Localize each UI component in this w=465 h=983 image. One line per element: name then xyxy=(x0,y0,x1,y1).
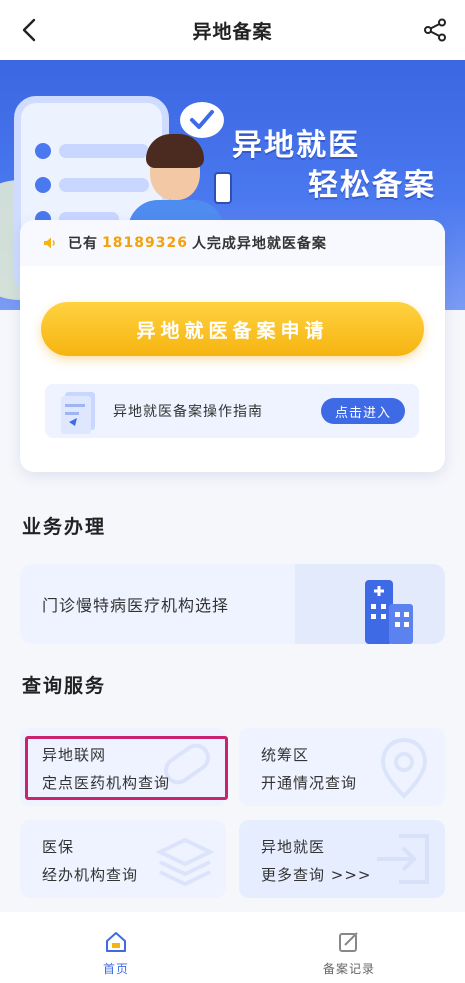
completed-count: 18189326 xyxy=(102,235,188,251)
tab-home-label: 首页 xyxy=(102,962,129,976)
query-section-title: 查询服务 xyxy=(22,675,107,697)
notice-prefix: 已有 xyxy=(68,236,98,252)
list-line xyxy=(59,178,149,192)
business-section-title: 业务办理 xyxy=(22,516,107,538)
clinic-selection-card[interactable]: 门诊慢特病医疗机构选择 xyxy=(20,564,445,644)
query-card-subtitle: 开通情况查询 xyxy=(261,774,358,792)
agency-query-card[interactable]: 医保 经办机构查询 xyxy=(20,820,226,898)
check-icon xyxy=(35,177,51,193)
bottom-tab-bar: 首页 备案记录 xyxy=(0,912,465,983)
operation-guide-banner[interactable]: 异地就医备案操作指南 点击进入 xyxy=(45,384,419,438)
selection-highlight-box xyxy=(25,736,228,800)
handheld-phone-illustration xyxy=(214,172,232,204)
enter-guide-button[interactable]: 点击进入 xyxy=(320,398,405,424)
share-icon xyxy=(424,18,446,42)
slogan-line-2: 轻松备案 xyxy=(308,168,436,203)
share-button[interactable] xyxy=(419,14,451,46)
query-card-title: 统筹区 xyxy=(261,746,310,764)
query-card-subtitle: 经办机构查询 xyxy=(42,866,139,884)
checkmark-bubble-icon xyxy=(180,102,224,138)
check-icon xyxy=(35,143,51,159)
banner-slogan: 异地就医 轻松备案 xyxy=(232,126,436,206)
coordination-area-query-card[interactable]: 统筹区 开通情况查询 xyxy=(239,728,445,806)
slogan-line-1: 异地就医 xyxy=(232,128,360,163)
query-card-title: 异地就医 xyxy=(261,838,326,856)
apply-button[interactable]: 异地就医备案申请 xyxy=(41,302,424,356)
more-query-card[interactable]: 异地就医 更多查询 >>> xyxy=(239,820,445,898)
speaker-icon xyxy=(44,237,55,249)
chevron-left-icon xyxy=(22,18,36,42)
person-hair xyxy=(146,134,204,168)
document-guide-icon xyxy=(61,392,95,434)
clinic-selection-label: 门诊慢特病医疗机构选择 xyxy=(42,596,230,615)
home-icon xyxy=(106,932,126,952)
edit-record-icon xyxy=(339,932,358,952)
top-nav-bar: 异地备案 xyxy=(0,0,465,60)
tab-filing-records-label: 备案记录 xyxy=(322,962,375,976)
notice-suffix: 人完成异地就医备案 xyxy=(191,236,327,252)
enter-arrow-decoration-icon xyxy=(377,834,429,884)
tab-filing-records[interactable]: 备案记录 xyxy=(309,930,389,977)
apply-card: 已有 18189326 人完成异地就医备案 异地就医备案申请 异地就医备案操作指… xyxy=(20,220,445,472)
query-card-subtitle: 更多查询 >>> xyxy=(261,866,372,884)
query-card-title: 医保 xyxy=(42,838,75,856)
layers-decoration-icon xyxy=(155,837,215,887)
location-pin-decoration-icon xyxy=(380,737,428,799)
list-line xyxy=(59,144,149,158)
notice-bar: 已有 18189326 人完成异地就医备案 xyxy=(20,220,445,266)
guide-label: 异地就医备案操作指南 xyxy=(113,404,263,420)
page-title: 异地备案 xyxy=(192,20,273,43)
hospital-building-icon xyxy=(365,580,413,644)
tab-home[interactable]: 首页 xyxy=(76,930,156,977)
back-button[interactable] xyxy=(14,14,46,46)
